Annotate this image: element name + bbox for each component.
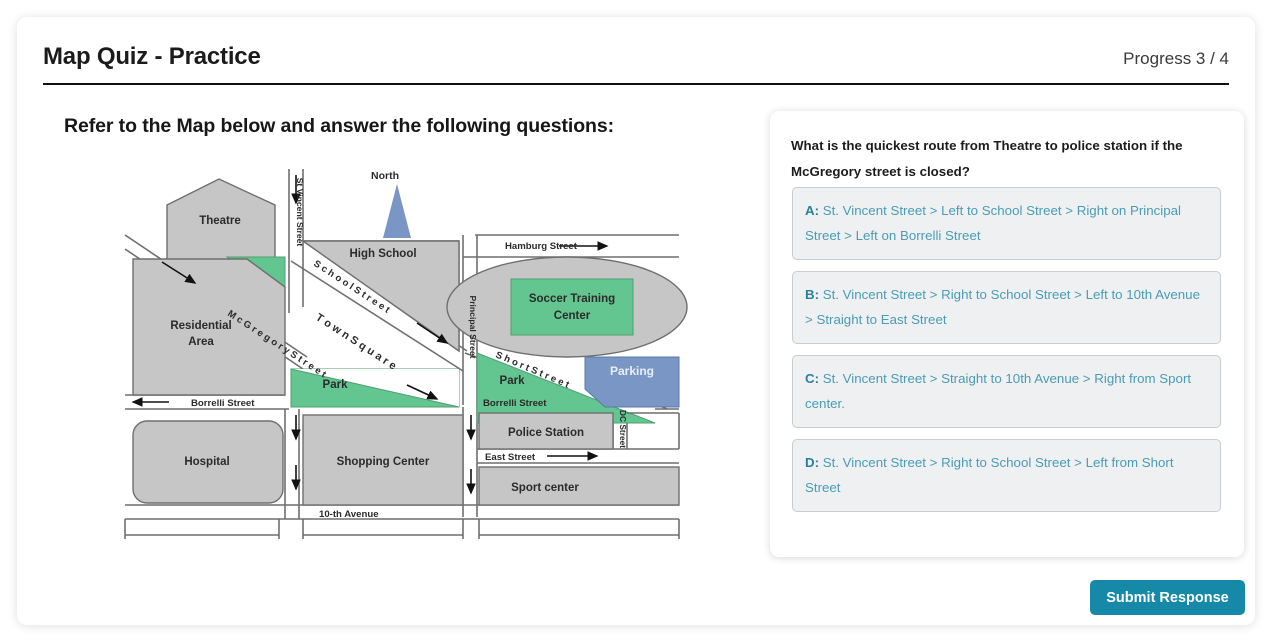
option-text-c: St. Vincent Street > Straight to 10th Av… bbox=[805, 371, 1192, 411]
answer-option-d[interactable]: D: St. Vincent Street > Right to School … bbox=[792, 439, 1221, 512]
map-street-hamburg: Hamburg Street bbox=[505, 241, 578, 252]
map-label-high-school: High School bbox=[349, 248, 416, 260]
map-street-dc: DC Street bbox=[618, 410, 628, 448]
option-text-d: St. Vincent Street > Right to School Str… bbox=[805, 455, 1174, 495]
map-street-principal: Principal Street bbox=[468, 295, 478, 358]
map-label-police: Police Station bbox=[508, 427, 584, 439]
header: Map Quiz - Practice Progress 3 / 4 bbox=[43, 37, 1229, 85]
map-label-hospital: Hospital bbox=[184, 456, 229, 468]
map-label-park-right: Park bbox=[500, 375, 526, 387]
progress-indicator: Progress 3 / 4 bbox=[1123, 49, 1229, 68]
map-street-borrelli-left: Borrelli Street bbox=[191, 398, 255, 409]
map-label-sport: Sport center bbox=[511, 482, 579, 494]
map-label-residential-2: Area bbox=[188, 336, 214, 348]
map-label-residential-1: Residential bbox=[170, 320, 231, 332]
question-panel: What is the quickest route from Theatre … bbox=[770, 111, 1244, 557]
option-key-a: A: bbox=[805, 203, 820, 218]
map-soccer-box bbox=[510, 278, 634, 336]
map-street-st-vincent: St Vincent Street bbox=[295, 178, 305, 247]
question-text: What is the quickest route from Theatre … bbox=[791, 138, 1183, 179]
option-key-d: D: bbox=[805, 455, 820, 470]
map-street-10th: 10-th Avenue bbox=[319, 509, 379, 520]
map-label-shopping: Shopping Center bbox=[337, 456, 430, 468]
map-street-borrelli-right: Borrelli Street bbox=[483, 398, 547, 409]
answer-options: A: St. Vincent Street > Left to School S… bbox=[792, 187, 1221, 523]
answer-option-c[interactable]: C: St. Vincent Street > Straight to 10th… bbox=[792, 355, 1221, 428]
map-label-parking: Parking bbox=[610, 364, 654, 378]
map-sport bbox=[478, 466, 680, 506]
map-label-north: North bbox=[371, 170, 399, 182]
map-label-park-left: Park bbox=[323, 379, 349, 391]
instruction-text: Refer to the Map below and answer the fo… bbox=[64, 115, 614, 137]
quiz-card: Map Quiz - Practice Progress 3 / 4 Refer… bbox=[17, 17, 1255, 625]
answer-option-a[interactable]: A: St. Vincent Street > Left to School S… bbox=[792, 187, 1221, 260]
map-label-soccer-1: Soccer Training bbox=[529, 293, 615, 305]
submit-response-button[interactable]: Submit Response bbox=[1090, 580, 1245, 615]
option-text-b: St. Vincent Street > Right to School Str… bbox=[805, 287, 1200, 327]
page-title: Map Quiz - Practice bbox=[43, 43, 261, 70]
map-label-soccer-2: Center bbox=[554, 310, 591, 322]
answer-option-b[interactable]: B: St. Vincent Street > Right to School … bbox=[792, 271, 1221, 344]
map-label-theatre: Theatre bbox=[199, 215, 241, 227]
option-text-a: St. Vincent Street > Left to School Stre… bbox=[805, 203, 1181, 243]
option-key-c: C: bbox=[805, 371, 820, 386]
map-figure: .blk{fill:#2b2b2b;font-family:"Liberatio… bbox=[107, 157, 707, 547]
option-key-b: B: bbox=[805, 287, 820, 302]
map-street-east: East Street bbox=[485, 452, 536, 463]
